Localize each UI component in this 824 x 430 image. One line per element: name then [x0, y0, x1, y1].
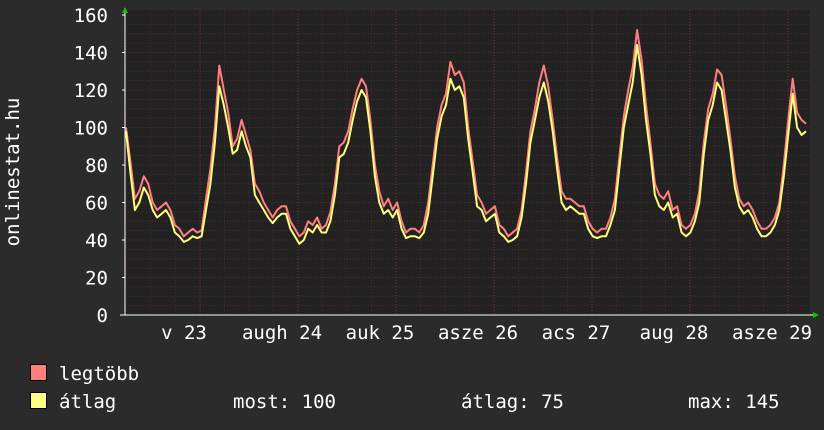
- x-tick-label: aug 28: [640, 322, 709, 344]
- y-tick-labels: 0 20 40 60 80 100 120 140 160: [74, 5, 125, 327]
- y-tick-label: 40: [85, 230, 108, 252]
- y-tick-label: 120: [74, 80, 108, 102]
- y-tick-label: 80: [85, 155, 108, 177]
- stat-atlag: átlag: 75: [461, 391, 564, 413]
- legend-item-legtobb: legtöbb: [30, 362, 139, 386]
- x-tick-label: auk 25: [346, 322, 415, 344]
- x-tick-label: v 23: [161, 322, 207, 344]
- stat-most: most: 100: [233, 391, 336, 413]
- y-tick-label: 160: [74, 5, 108, 27]
- y-tick-label: 20: [85, 268, 108, 290]
- x-axis-arrow-icon: [813, 312, 819, 318]
- x-tick-label: acs 27: [542, 322, 611, 344]
- x-tick-label: augh 24: [242, 322, 322, 344]
- stat-max: max: 145: [688, 391, 780, 413]
- chart: 0 20 40 60 80 100 120 140 160 v 23 augh 24 auk 25 a…: [74, 5, 819, 344]
- legend-item-atlag: átlag: [30, 390, 116, 414]
- y-tick-label: 60: [85, 193, 108, 215]
- y-tick-label: 100: [74, 118, 108, 140]
- plot-area: [125, 10, 810, 315]
- side-label: onlinestat.hu: [0, 0, 30, 350]
- x-tick-labels: v 23 augh 24 auk 25 asze 26 acs 27 aug 28 asze…: [161, 322, 812, 344]
- y-tick-label: 140: [74, 43, 108, 65]
- x-tick-label: asze 29: [732, 322, 812, 344]
- x-tick-label: asze 26: [438, 322, 518, 344]
- legend-label-legtobb: legtöbb: [59, 363, 140, 385]
- legend-label-atlag: átlag: [59, 391, 117, 413]
- side-label-text: onlinestat.hu: [2, 97, 24, 247]
- y-tick-label: 0: [97, 305, 108, 327]
- legend-swatch-atlag: [30, 392, 47, 409]
- legend-swatch-legtobb: [30, 364, 47, 381]
